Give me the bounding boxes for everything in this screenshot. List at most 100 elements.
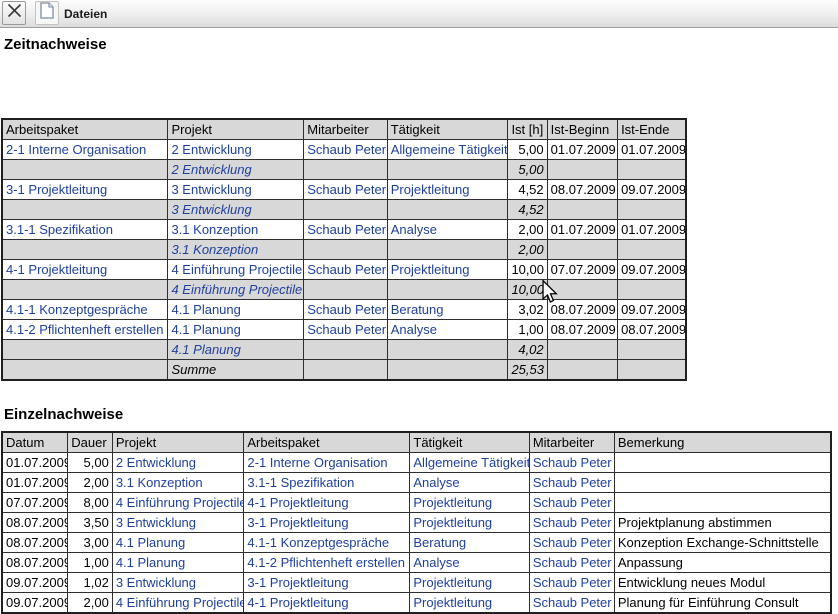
subtotal-row: 4.1 Planung 4,02 (2, 340, 686, 360)
ist-ende-cell (618, 240, 686, 260)
ist-beginn-cell (547, 200, 617, 220)
column-header: Projekt (168, 119, 304, 140)
arbeitspaket-cell[interactable]: 4-1 Projektleitung (244, 493, 410, 513)
document-icon (40, 2, 54, 24)
mitarbeiter-cell[interactable]: Schaub Peter (304, 300, 387, 320)
mitarbeiter-cell[interactable]: Schaub Peter (529, 493, 614, 513)
projekt-cell[interactable]: 4 Einführung Projectile (168, 260, 304, 280)
ist-beginn-cell (547, 340, 617, 360)
einzelnachweise-title: Einzelnachweise (4, 406, 123, 423)
mouse-cursor (542, 280, 558, 304)
table-row: 09.07.20091,023 Entwicklung3-1 Projektle… (2, 573, 831, 593)
einzelnachweise-table: DatumDauerProjektArbeitspaketTätigkeitMi… (1, 431, 832, 614)
projekt-cell[interactable]: 3.1 Konzeption (112, 473, 244, 493)
mitarbeiter-cell[interactable]: Schaub Peter (529, 513, 614, 533)
arbeitspaket-cell[interactable]: 3-1 Projektleitung (2, 180, 168, 200)
mitarbeiter-cell[interactable]: Schaub Peter (529, 453, 614, 473)
projekt-cell[interactable]: 3.1 Konzeption (168, 220, 304, 240)
projekt-cell[interactable]: 3 Entwicklung (112, 513, 244, 533)
ist-beginn-cell (547, 160, 617, 180)
mitarbeiter-cell[interactable]: Schaub Peter (529, 533, 614, 553)
taetigkeit-cell[interactable]: Projektleitung (387, 180, 508, 200)
projekt-cell: 4.1 Planung (168, 340, 304, 360)
projekt-cell[interactable]: 4 Einführung Projectile (112, 593, 244, 614)
arbeitspaket-cell[interactable]: 2-1 Interne Organisation (244, 453, 410, 473)
arbeitspaket-cell[interactable]: 2-1 Interne Organisation (2, 140, 168, 160)
column-header: Ist-Ende (618, 119, 686, 140)
mitarbeiter-cell[interactable]: Schaub Peter (529, 573, 614, 593)
arbeitspaket-cell[interactable]: 3-1 Projektleitung (244, 513, 410, 533)
projekt-cell[interactable]: 4.1 Planung (168, 300, 304, 320)
arbeitspaket-cell (2, 340, 168, 360)
subtotal-row: 2 Entwicklung5,00 (2, 160, 686, 180)
arbeitspaket-cell[interactable]: 3.1-1 Spezifikation (244, 473, 410, 493)
table-row: 08.07.20091,004.1 Planung4.1-2 Pflichten… (2, 553, 831, 573)
datum-cell: 07.07.2009 (2, 493, 68, 513)
zeitnachweise-title: Zeitnachweise (4, 36, 107, 53)
mitarbeiter-cell (304, 360, 387, 381)
taetigkeit-cell (387, 340, 508, 360)
ist-ende-cell: 09.07.2009 (618, 300, 686, 320)
taetigkeit-cell (387, 160, 508, 180)
ist-ende-cell (618, 160, 686, 180)
taetigkeit-cell[interactable]: Projektleitung (410, 513, 529, 533)
projekt-cell[interactable]: 4 Einführung Projectile (112, 493, 244, 513)
mitarbeiter-cell[interactable]: Schaub Peter (529, 593, 614, 614)
table-row: 08.07.20093,503 Entwicklung3-1 Projektle… (2, 513, 831, 533)
mitarbeiter-cell[interactable]: Schaub Peter (304, 180, 387, 200)
ist-cell: 2,00 (508, 240, 547, 260)
einzelnachweise-body: 01.07.20095,002 Entwicklung2-1 Interne O… (2, 453, 831, 614)
mitarbeiter-cell[interactable]: Schaub Peter (304, 220, 387, 240)
mitarbeiter-cell[interactable]: Schaub Peter (304, 260, 387, 280)
projekt-cell[interactable]: 4.1 Planung (168, 320, 304, 340)
taetigkeit-cell[interactable]: Beratung (410, 533, 529, 553)
projekt-cell[interactable]: 3 Entwicklung (168, 180, 304, 200)
bemerkung-cell: Projektplanung abstimmen (614, 513, 831, 533)
arbeitspaket-cell[interactable]: 4-1 Projektleitung (2, 260, 168, 280)
taetigkeit-cell[interactable]: Analyse (410, 473, 529, 493)
mitarbeiter-cell (304, 280, 387, 300)
ist-cell: 4,02 (508, 340, 547, 360)
close-button[interactable] (2, 1, 26, 25)
arbeitspaket-cell[interactable]: 3.1-1 Spezifikation (2, 220, 168, 240)
taetigkeit-cell[interactable]: Analyse (387, 220, 508, 240)
arbeitspaket-cell[interactable]: 3-1 Projektleitung (244, 573, 410, 593)
table-row: 07.07.20098,004 Einführung Projectile4-1… (2, 493, 831, 513)
projekt-cell[interactable]: 4.1 Planung (112, 553, 244, 573)
arbeitspaket-cell[interactable]: 4.1-1 Konzeptgespräche (2, 300, 168, 320)
projekt-cell[interactable]: 2 Entwicklung (168, 140, 304, 160)
mitarbeiter-cell[interactable]: Schaub Peter (304, 320, 387, 340)
subtotal-row: 3.1 Konzeption2,00 (2, 240, 686, 260)
mitarbeiter-cell[interactable]: Schaub Peter (304, 140, 387, 160)
taetigkeit-cell[interactable]: Projektleitung (410, 593, 529, 614)
projekt-cell[interactable]: 4.1 Planung (112, 533, 244, 553)
mitarbeiter-cell[interactable]: Schaub Peter (529, 553, 614, 573)
file-button[interactable] (35, 1, 59, 25)
datum-cell: 08.07.2009 (2, 533, 68, 553)
bemerkung-cell: Planung für Einführung Consult (614, 593, 831, 614)
dauer-cell: 2,00 (68, 593, 113, 614)
column-header: Ist-Beginn (547, 119, 617, 140)
column-header: Mitarbeiter (529, 432, 614, 453)
taetigkeit-cell[interactable]: Allgemeine Tätigkeit (387, 140, 508, 160)
taetigkeit-cell[interactable]: Projektleitung (410, 493, 529, 513)
taetigkeit-cell[interactable]: Projektleitung (410, 573, 529, 593)
taetigkeit-cell[interactable]: Allgemeine Tätigkeit (410, 453, 529, 473)
arbeitspaket-cell[interactable]: 4.1-1 Konzeptgespräche (244, 533, 410, 553)
mitarbeiter-cell[interactable]: Schaub Peter (529, 473, 614, 493)
taetigkeit-cell[interactable]: Analyse (410, 553, 529, 573)
projekt-cell[interactable]: 3 Entwicklung (112, 573, 244, 593)
sum-row: Summe25,53 (2, 360, 686, 381)
dauer-cell: 1,00 (68, 553, 113, 573)
projekt-cell[interactable]: 2 Entwicklung (112, 453, 244, 473)
ist-ende-cell: 09.07.2009 (618, 180, 686, 200)
ist-beginn-cell (547, 240, 617, 260)
arbeitspaket-cell[interactable]: 4.1-2 Pflichtenheft erstellen (2, 320, 168, 340)
taetigkeit-cell[interactable]: Beratung (387, 300, 508, 320)
mitarbeiter-cell (304, 340, 387, 360)
arbeitspaket-cell[interactable]: 4-1 Projektleitung (244, 593, 410, 614)
arbeitspaket-cell[interactable]: 4.1-2 Pflichtenheft erstellen (244, 553, 410, 573)
detail-row: 3.1-1 Spezifikation3.1 KonzeptionSchaub … (2, 220, 686, 240)
taetigkeit-cell[interactable]: Projektleitung (387, 260, 508, 280)
taetigkeit-cell[interactable]: Analyse (387, 320, 508, 340)
